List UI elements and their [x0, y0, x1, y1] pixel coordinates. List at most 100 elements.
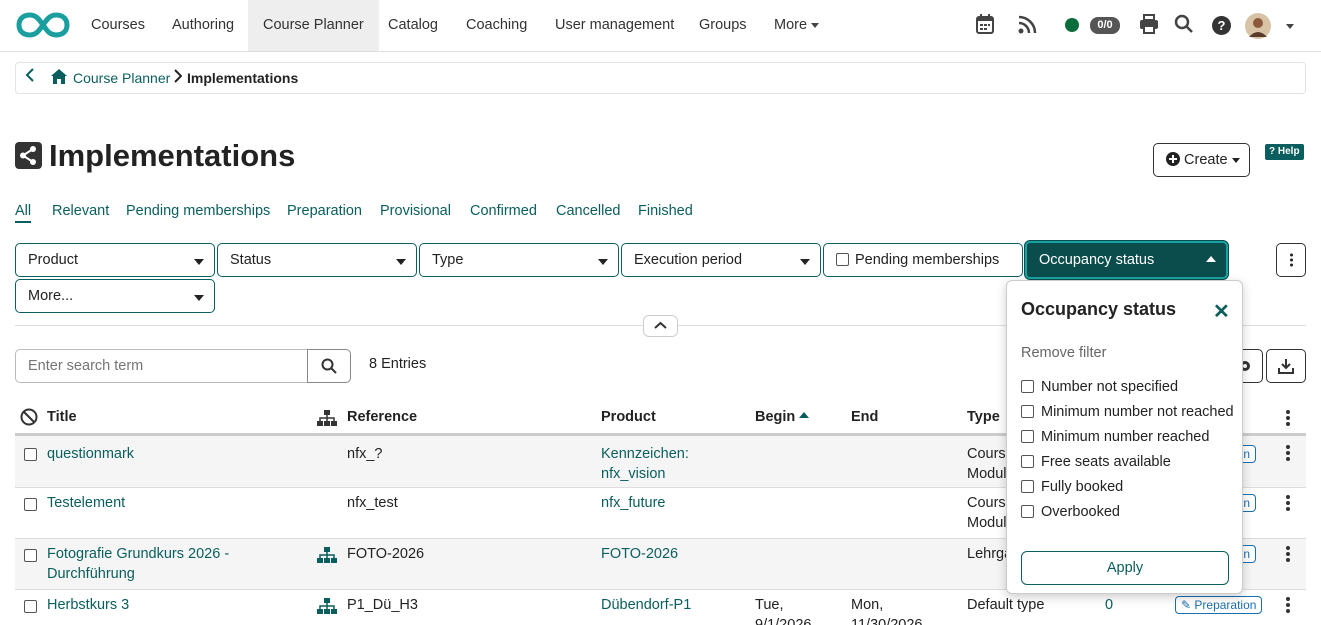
popover-title: Occupancy status: [1021, 299, 1177, 319]
column-reference[interactable]: Reference: [347, 409, 417, 425]
logo[interactable]: [16, 11, 70, 42]
tab-finished[interactable]: Finished: [638, 203, 693, 219]
tab-relevant[interactable]: Relevant: [52, 203, 109, 219]
row-actions-icon[interactable]: [1285, 443, 1291, 463]
filter-status[interactable]: Status: [217, 243, 417, 277]
nav-course-planner[interactable]: Course Planner: [248, 0, 379, 51]
help-button[interactable]: ? Help: [1265, 144, 1304, 160]
option-overbooked[interactable]: Overbooked: [1021, 504, 1120, 520]
tab-cancelled[interactable]: Cancelled: [556, 203, 621, 219]
option-label: Minimum number reached: [1041, 429, 1210, 445]
search-input[interactable]: [15, 349, 308, 383]
option-minimum-not-reached[interactable]: Minimum number not reached: [1021, 404, 1234, 420]
row-actions-icon[interactable]: [1285, 493, 1291, 513]
hierarchy-icon: [317, 547, 337, 566]
pending-memberships-checkbox[interactable]: [836, 253, 849, 266]
nav-more[interactable]: More: [759, 0, 834, 51]
filter-pending-memberships[interactable]: Pending memberships: [823, 243, 1023, 277]
nav-catalog[interactable]: Catalog: [373, 0, 453, 51]
breadcrumb-course-planner[interactable]: Course Planner: [73, 70, 170, 86]
column-options-icon[interactable]: [1285, 408, 1291, 428]
option-label: Number not specified: [1041, 379, 1179, 395]
collapse-filters-button[interactable]: [643, 315, 678, 337]
home-icon[interactable]: [51, 69, 67, 87]
tab-provisional[interactable]: Provisional: [380, 203, 451, 219]
row-product[interactable]: nfx_future: [601, 493, 666, 513]
filter-occupancy-status-label: Occupancy status: [1039, 252, 1155, 268]
chevron-down-icon: [194, 295, 204, 301]
option-checkbox[interactable]: [1021, 505, 1034, 518]
chevron-down-icon: [194, 259, 204, 265]
filter-options-button[interactable]: [1276, 243, 1306, 277]
filter-execution-period[interactable]: Execution period: [621, 243, 821, 277]
row-product[interactable]: Dübendorf-P1: [601, 595, 691, 615]
filter-product[interactable]: Product: [15, 243, 215, 277]
chevron-down-icon: [1231, 157, 1240, 163]
row-count[interactable]: 0: [1105, 595, 1113, 615]
option-fully-booked[interactable]: Fully booked: [1021, 479, 1123, 495]
rss-icon[interactable]: [1018, 14, 1038, 38]
nav-authoring[interactable]: Authoring: [157, 0, 249, 51]
column-title[interactable]: Title: [47, 409, 77, 425]
row-checkbox[interactable]: [24, 498, 37, 511]
option-number-not-specified[interactable]: Number not specified: [1021, 379, 1178, 395]
option-checkbox[interactable]: [1021, 430, 1034, 443]
filter-type[interactable]: Type: [419, 243, 619, 277]
search-icon[interactable]: [1174, 14, 1194, 38]
calendar-icon[interactable]: [976, 14, 994, 38]
tab-preparation[interactable]: Preparation: [287, 203, 362, 219]
row-actions-icon[interactable]: [1285, 595, 1291, 615]
option-checkbox[interactable]: [1021, 405, 1034, 418]
print-icon[interactable]: [1139, 14, 1159, 38]
option-checkbox[interactable]: [1021, 455, 1034, 468]
nav-user-management[interactable]: User management: [540, 0, 689, 51]
back-icon[interactable]: [25, 68, 35, 87]
row-actions-icon[interactable]: [1285, 544, 1291, 564]
tab-all[interactable]: All: [15, 203, 32, 223]
create-button[interactable]: Create: [1153, 143, 1250, 177]
row-product[interactable]: FOTO-2026: [601, 544, 678, 564]
option-checkbox[interactable]: [1021, 480, 1034, 493]
nav-courses[interactable]: Courses: [76, 0, 160, 51]
share-icon: [15, 142, 42, 169]
search-button[interactable]: [307, 349, 351, 383]
tab-pending-memberships[interactable]: Pending memberships: [126, 203, 270, 219]
filter-execution-period-label: Execution period: [634, 252, 743, 268]
remove-filter-link[interactable]: Remove filter: [1021, 345, 1106, 361]
download-button[interactable]: [1266, 349, 1306, 383]
row-title[interactable]: Testelement: [47, 493, 125, 513]
row-checkbox[interactable]: [24, 448, 37, 461]
option-free-seats[interactable]: Free seats available: [1021, 454, 1171, 470]
column-product[interactable]: Product: [601, 409, 656, 425]
user-menu-chevron-icon[interactable]: [1286, 24, 1294, 29]
apply-button[interactable]: Apply: [1021, 551, 1229, 585]
avatar[interactable]: [1245, 13, 1271, 39]
nav-groups[interactable]: Groups: [684, 0, 762, 51]
column-type[interactable]: Type: [967, 409, 1000, 425]
deselect-all-icon[interactable]: [20, 408, 38, 429]
tab-confirmed[interactable]: Confirmed: [470, 203, 537, 219]
row-title[interactable]: questionmark: [47, 444, 134, 464]
page-title: Implementations: [15, 138, 295, 174]
option-checkbox[interactable]: [1021, 380, 1034, 393]
row-reference: FOTO-2026: [347, 546, 425, 562]
top-navigation: Courses Authoring Course Planner Catalog…: [0, 0, 1321, 52]
column-end[interactable]: End: [851, 409, 878, 425]
filter-more-label: More...: [28, 288, 74, 304]
row-title[interactable]: Herbstkurs 3: [47, 595, 129, 615]
row-product[interactable]: Kennzeichen: nfx_vision: [601, 444, 711, 484]
row-checkbox[interactable]: [24, 600, 37, 613]
option-minimum-reached[interactable]: Minimum number reached: [1021, 429, 1209, 445]
column-begin[interactable]: Begin: [755, 409, 810, 425]
row-title[interactable]: Fotografie Grundkurs 2026 - Durchführung: [47, 544, 247, 584]
nav-coaching[interactable]: Coaching: [451, 0, 542, 51]
filter-type-label: Type: [432, 252, 464, 268]
filter-occupancy-status[interactable]: Occupancy status: [1025, 241, 1228, 279]
filter-status-label: Status: [230, 252, 272, 268]
row-end: Mon, 11/30/2026: [851, 597, 923, 625]
row-checkbox[interactable]: [24, 549, 37, 562]
pencil-icon: ✎: [1181, 598, 1192, 612]
close-icon[interactable]: ✕: [1213, 299, 1230, 324]
filter-more[interactable]: More...: [15, 279, 215, 313]
help-icon[interactable]: ?: [1212, 16, 1231, 40]
